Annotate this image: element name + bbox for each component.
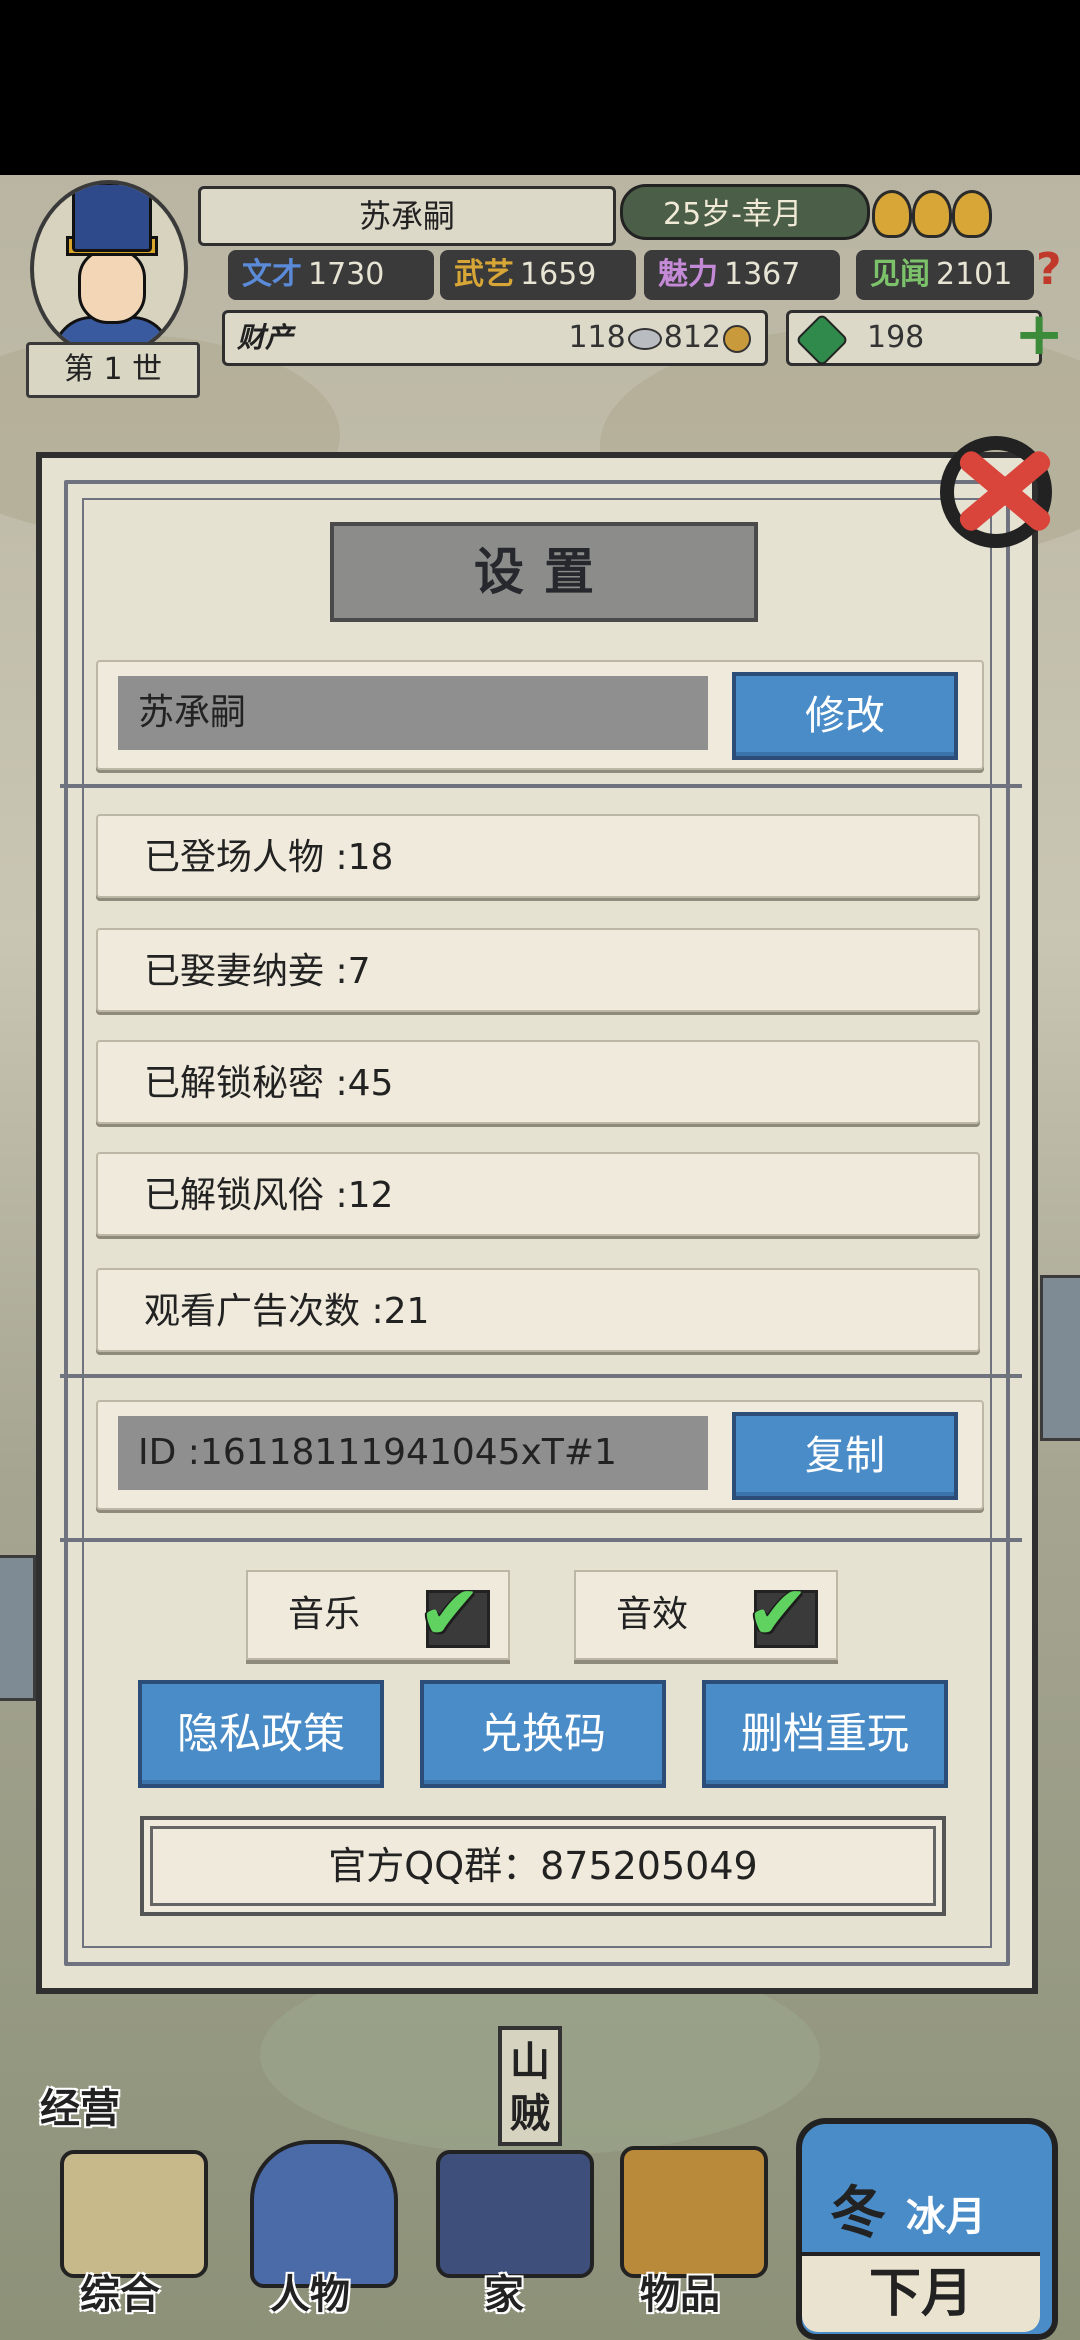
nav-home-label[interactable]: 家: [484, 2262, 524, 2320]
wealth-label: 财产: [237, 321, 294, 354]
stat-customs: 已解锁风俗 :12: [96, 1152, 980, 1236]
divider: [60, 1538, 1022, 1542]
stat-literary: 文才 1730: [228, 250, 434, 300]
nav-people-label[interactable]: 人物: [270, 2262, 350, 2320]
stamina-icon: [912, 190, 952, 238]
player-name: 苏承嗣: [198, 186, 616, 246]
dialog-title: 设置: [330, 522, 758, 622]
divider: [60, 784, 1022, 788]
stat-charm: 魅力 1367: [644, 250, 840, 300]
sfx-toggle[interactable]: 音效 ✔: [574, 1570, 838, 1660]
privacy-policy-button[interactable]: 隐私政策: [138, 1680, 384, 1788]
nav-manage-label[interactable]: 经营: [40, 2076, 120, 2134]
reset-game-button[interactable]: 删档重玩: [702, 1680, 948, 1788]
stat-knowledge: 见闻 2101: [856, 250, 1034, 300]
nav-general-label[interactable]: 综合: [80, 2262, 160, 2320]
jade-icon: [795, 313, 849, 367]
name-field[interactable]: 苏承嗣: [118, 676, 708, 750]
close-button[interactable]: [930, 426, 1070, 556]
copy-id-button[interactable]: 复制: [732, 1412, 958, 1500]
modify-name-button[interactable]: 修改: [732, 672, 958, 760]
sfx-label: 音效: [616, 1594, 689, 1635]
music-toggle[interactable]: 音乐 ✔: [246, 1570, 510, 1660]
jade-bar: 198: [786, 310, 1042, 367]
house: [0, 1555, 36, 1701]
music-label: 音乐: [288, 1594, 361, 1635]
copper-amount: 812: [663, 320, 721, 355]
stat-secrets: 已解锁秘密 :45: [96, 1040, 980, 1124]
stat-ads-watched: 观看广告次数 :21: [96, 1268, 980, 1352]
silver-amount: 118: [568, 320, 626, 355]
help-icon[interactable]: ?: [1036, 244, 1062, 295]
jade-amount: 198: [867, 320, 925, 355]
generation-badge: 第 1 世: [26, 342, 200, 398]
bandit-sign[interactable]: 山贼: [498, 2026, 562, 2146]
house: [1040, 1275, 1080, 1441]
general-icon[interactable]: [60, 2150, 208, 2278]
silver-icon: [627, 327, 662, 350]
next-month-button[interactable]: 冬 冰月 下月: [796, 2118, 1058, 2340]
name-row: 苏承嗣 修改: [96, 660, 984, 770]
stat-characters: 已登场人物 :18: [96, 814, 980, 898]
id-row: ID :16118111941045xT#1 复制: [96, 1400, 984, 1510]
redeem-code-button[interactable]: 兑换码: [420, 1680, 666, 1788]
stat-martial: 武艺 1659: [440, 250, 636, 300]
next-month-label: 下月: [802, 2252, 1040, 2332]
winter-season-icon: 冬: [830, 2181, 886, 2246]
nav-items-label[interactable]: 物品: [640, 2262, 720, 2320]
age-month: 25岁-幸月: [620, 184, 870, 240]
checkmark-icon: ✔: [418, 1568, 482, 1657]
player-id-field: ID :16118111941045xT#1: [118, 1416, 708, 1490]
checkmark-icon: ✔: [746, 1568, 810, 1657]
stamina-icon: [952, 190, 992, 238]
copper-coin-icon: [723, 324, 751, 353]
add-jade-icon[interactable]: +: [1014, 304, 1064, 364]
current-month: 冰月: [906, 2194, 986, 2240]
divider: [60, 1374, 1022, 1378]
stamina-icon: [872, 190, 912, 238]
home-icon[interactable]: [436, 2150, 594, 2278]
items-icon[interactable]: [620, 2146, 768, 2278]
wealth-bar: 财产 118 812: [222, 310, 768, 366]
stat-spouses: 已娶妻纳妾 :7: [96, 928, 980, 1012]
qq-group-info: 官方QQ群：875205049: [140, 1816, 946, 1916]
player-avatar[interactable]: [30, 180, 188, 358]
